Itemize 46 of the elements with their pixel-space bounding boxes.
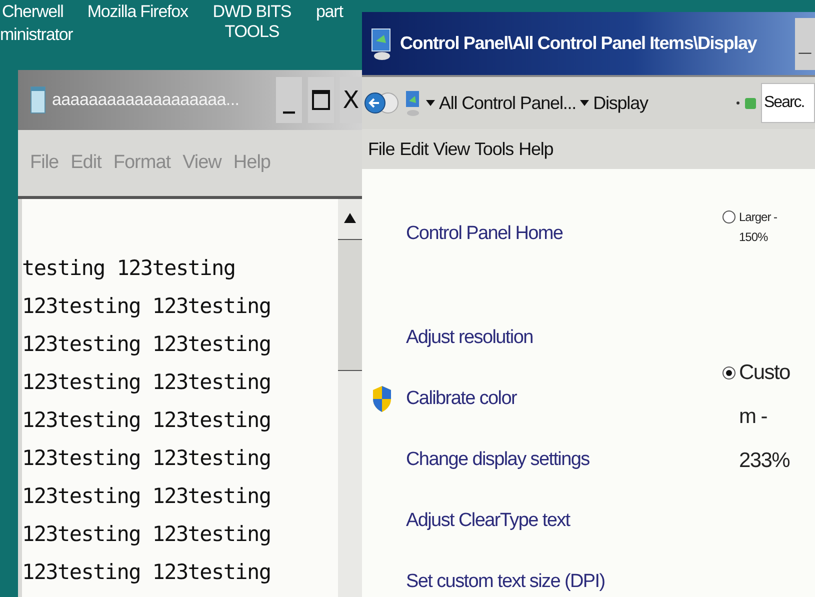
text-line: 123testing 123testing (22, 445, 272, 472)
text-line: 123testing 123testing (22, 521, 272, 548)
text-line: 123testing 123testing (22, 293, 272, 320)
sidebar-link[interactable]: Change display settings (406, 448, 590, 470)
option-label: Custom - 233% (739, 360, 791, 474)
scroll-up-icon[interactable] (344, 213, 356, 223)
menu-item[interactable]: Tools (474, 138, 514, 160)
desktop-icon-label[interactable]: ministrator (0, 25, 73, 45)
sidebar-link[interactable]: Adjust ClearType text (406, 510, 570, 532)
radio-button[interactable] (722, 209, 736, 225)
window-title: Control Panel\All Control Panel Items\Display (400, 33, 758, 54)
back-forward-icon[interactable] (364, 90, 400, 116)
radio-button[interactable] (722, 365, 736, 381)
text-line: 123testing 123testing (22, 483, 272, 510)
sidebar-link[interactable]: Control Panel Home (406, 223, 563, 245)
desktop-icon-label[interactable]: Cherwell (2, 2, 64, 22)
desktop-icon-label[interactable]: part (316, 2, 343, 22)
breadcrumb[interactable]: Display (593, 92, 648, 114)
caret-icon[interactable] (580, 100, 590, 106)
minimize-button[interactable]: _ (795, 18, 815, 70)
search-field[interactable]: Searc. (761, 83, 815, 124)
shield-icon (372, 384, 392, 412)
option-label: Larger - 150% (739, 209, 778, 246)
desktop-icon-label[interactable]: DWD BITS TOOLS (212, 2, 292, 42)
sidebar-link[interactable]: Set custom text size (DPI) (406, 570, 605, 592)
text-line: 123testing 123testing (22, 407, 272, 434)
text-line: 123testing 123testing (22, 331, 272, 358)
minimize-button[interactable]: _ (276, 77, 302, 123)
text-area[interactable]: testing 123testing 123testing 123testing 123testing 123testing 123testing 123testing 123testing 123testing 123testing 123testing 123testing 123testing 123testing 123testing 123testing 123testing (22, 199, 362, 597)
text-line: testing 123testing (22, 255, 236, 282)
menu-item[interactable]: Help (518, 138, 554, 160)
window-title: aaaaaaaaaaaaaaaaaaa... (52, 90, 240, 110)
sidebar-link[interactable]: Adjust resolution (406, 326, 533, 348)
sidebar-link[interactable]: Calibrate color (406, 388, 516, 410)
text-line: 123testing 123testing (22, 559, 272, 586)
scroll-thumb[interactable] (338, 239, 362, 371)
desktop-icon-label[interactable]: Mozilla Firefox (87, 2, 188, 22)
breadcrumb[interactable]: All Control Panel... (439, 92, 576, 114)
notepad-icon (30, 86, 46, 114)
menu-item[interactable]: File (368, 138, 395, 160)
menu-item[interactable]: Edit (400, 138, 428, 160)
menu-item[interactable]: View (433, 138, 470, 160)
caret-icon[interactable] (426, 100, 435, 106)
text-line: 123testing 123testing (22, 369, 272, 396)
refresh-icon[interactable] (735, 96, 757, 110)
monitor-icon (404, 89, 422, 118)
